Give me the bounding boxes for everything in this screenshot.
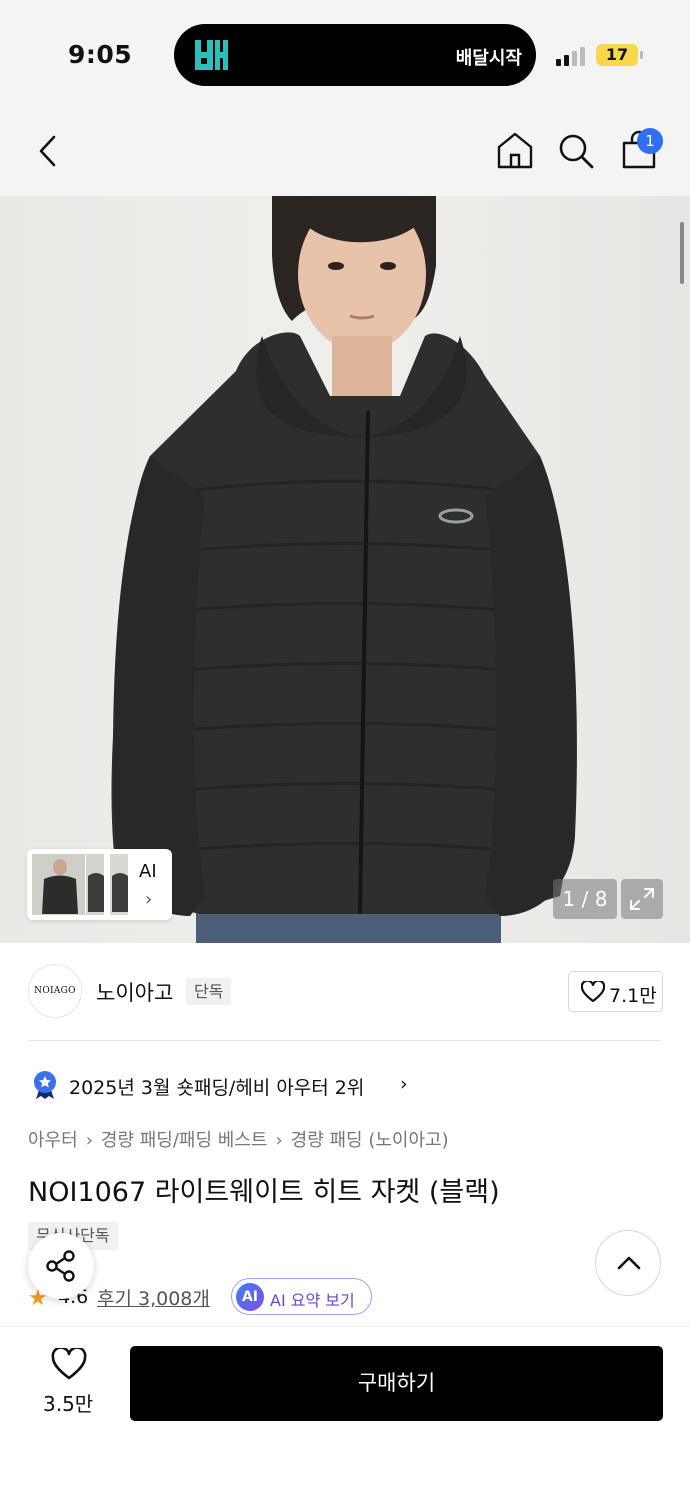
search-icon[interactable] xyxy=(556,131,596,171)
ai-icon: AI xyxy=(236,1283,264,1311)
product-photo-model-jacket xyxy=(111,196,577,943)
ai-summary-button[interactable]: AI AI 요약 보기 xyxy=(231,1278,372,1315)
baemin-logo-icon xyxy=(192,36,232,74)
product-title: NOI1067 라이트웨이트 히트 자켓 (블랙) xyxy=(28,1177,500,1208)
thumbnail-ai-label: AI xyxy=(139,861,157,882)
wishlist-count: 3.5만 xyxy=(43,1392,94,1416)
top-nav xyxy=(0,105,690,196)
thumbnail-model-icon xyxy=(42,859,78,914)
brand-like-button[interactable]: 7.1만 xyxy=(568,971,663,1012)
battery-icon: 17 xyxy=(596,44,638,66)
share-button[interactable] xyxy=(28,1233,94,1299)
cart-count-badge: 1 xyxy=(637,128,663,154)
thumbnail-2 xyxy=(85,853,105,916)
chevron-right-icon: › xyxy=(275,1130,283,1151)
home-icon[interactable] xyxy=(495,130,535,170)
brand-logo[interactable]: NOIAGO xyxy=(28,964,82,1018)
buy-button[interactable]: 구매하기 xyxy=(130,1346,663,1421)
dynamic-island[interactable]: 배달시작 xyxy=(174,24,536,86)
ranking-link[interactable]: 2025년 3월 숏패딩/헤비 아우터 2위 xyxy=(69,1073,364,1100)
page-scroll-indicator[interactable] xyxy=(680,222,684,284)
share-icon xyxy=(46,1250,75,1282)
thumbnail-3 xyxy=(109,853,129,916)
divider xyxy=(28,1040,662,1041)
ai-thumbnail-preview[interactable]: AI › xyxy=(27,849,172,920)
breadcrumb-item[interactable]: 아우터 xyxy=(28,1126,78,1152)
heart-icon xyxy=(581,981,605,1003)
product-image[interactable] xyxy=(0,196,690,943)
island-delivery-text: 배달시작 xyxy=(455,48,522,69)
chevron-right-icon: › xyxy=(85,1130,93,1151)
breadcrumb-item[interactable]: 경량 패딩/패딩 베스트 xyxy=(101,1126,268,1152)
signal-icon xyxy=(556,46,588,66)
reviews-link[interactable]: 후기 3,008개 xyxy=(97,1284,210,1311)
chevron-up-icon xyxy=(617,1256,641,1270)
status-time: 9:05 xyxy=(68,40,133,69)
brand-exclusive-tag: 단독 xyxy=(186,978,232,1005)
scroll-top-button[interactable] xyxy=(595,1230,661,1296)
image-counter: 1 / 8 xyxy=(553,879,617,919)
brand-like-count: 7.1만 xyxy=(609,985,657,1007)
heart-icon xyxy=(51,1348,87,1380)
expand-icon[interactable] xyxy=(621,879,663,919)
ai-summary-label: AI 요약 보기 xyxy=(270,1291,355,1310)
brand-name[interactable]: 노이아고 xyxy=(96,977,173,1007)
chevron-right-icon: › xyxy=(145,889,153,910)
back-icon[interactable] xyxy=(36,134,60,168)
breadcrumb: 아우터 › 경량 패딩/패딩 베스트 › 경량 패딩 (노이아고) xyxy=(28,1126,449,1152)
ranking-badge-icon xyxy=(34,1071,56,1099)
status-bar: 9:05 배달시작 17 xyxy=(0,0,690,105)
chevron-right-icon: › xyxy=(400,1073,408,1095)
thumbnail-1 xyxy=(31,853,87,916)
breadcrumb-item[interactable]: 경량 패딩 (노이아고) xyxy=(291,1126,449,1152)
battery-cap xyxy=(640,51,643,59)
